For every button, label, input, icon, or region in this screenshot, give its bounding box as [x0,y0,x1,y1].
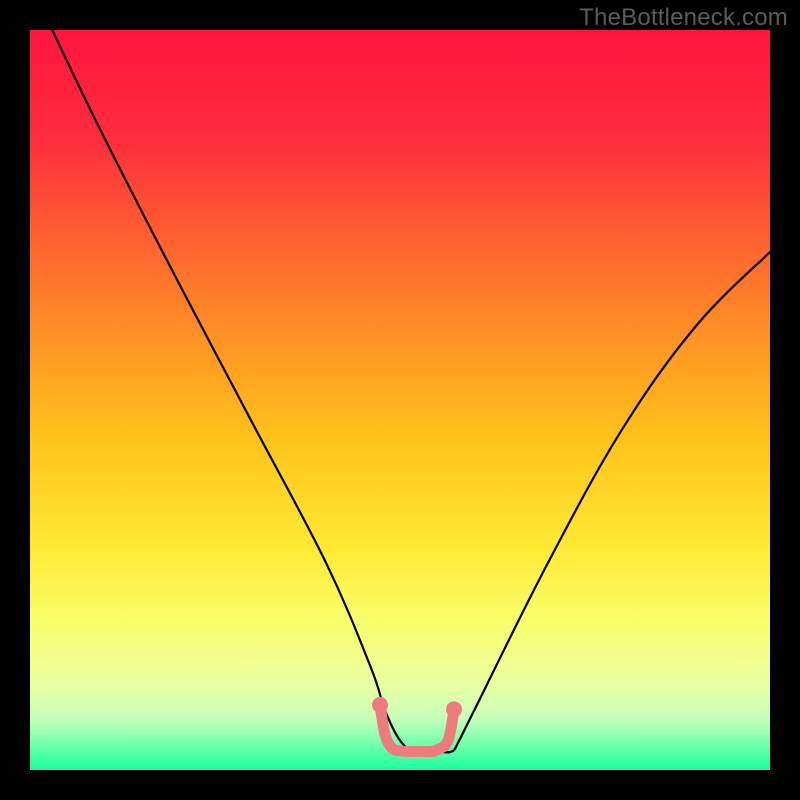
chart-frame: TheBottleneck.com [0,0,800,800]
plot-area [30,30,770,770]
left-dot [372,697,388,713]
right-dot [446,701,462,717]
curve-layer [30,30,770,770]
bottom-highlight [380,705,454,752]
watermark-text: TheBottleneck.com [579,4,788,32]
bottleneck-curve [52,30,770,752]
